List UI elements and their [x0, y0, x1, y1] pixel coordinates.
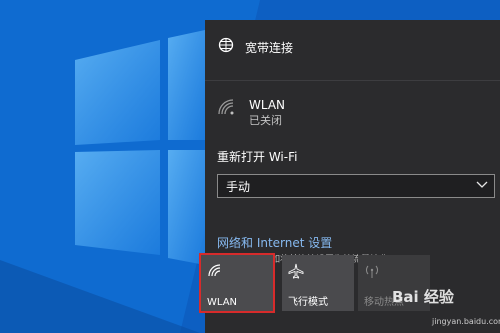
broadband-globe-icon — [217, 36, 235, 58]
divider — [205, 80, 500, 81]
airplane-tile-label: 飞行模式 — [288, 297, 328, 308]
watermark-brand: Bai 经验 — [392, 288, 454, 306]
wlan-tile-label: WLAN — [207, 297, 238, 308]
wifi-off-icon — [217, 98, 237, 122]
wlan-item[interactable]: WLAN 已关闭 — [217, 98, 285, 128]
dropdown-selected-value: 手动 — [226, 179, 251, 194]
wlan-toggle-tile[interactable]: WLAN — [199, 253, 275, 313]
wlan-name: WLAN — [249, 98, 286, 112]
reopen-wifi-label: 重新打开 Wi-Fi — [217, 150, 298, 164]
network-settings-link[interactable]: 网络和 Internet 设置 — [217, 234, 332, 251]
hotspot-icon — [364, 263, 380, 283]
chevron-down-icon — [476, 181, 488, 192]
airplane-icon — [288, 263, 304, 283]
wlan-status: 已关闭 — [249, 114, 282, 127]
broadband-connection-item[interactable]: 宽带连接 — [217, 34, 293, 60]
watermark-url: jingyan.baidu.com — [432, 317, 500, 326]
airplane-mode-tile[interactable]: 飞行模式 — [282, 255, 354, 311]
broadband-label: 宽带连接 — [245, 40, 294, 55]
reopen-wifi-dropdown[interactable]: 手动 — [217, 174, 495, 198]
wifi-icon — [207, 263, 223, 283]
baidu-jingyan-watermark: Bai 经验 jingyan.baidu.com — [392, 286, 500, 333]
